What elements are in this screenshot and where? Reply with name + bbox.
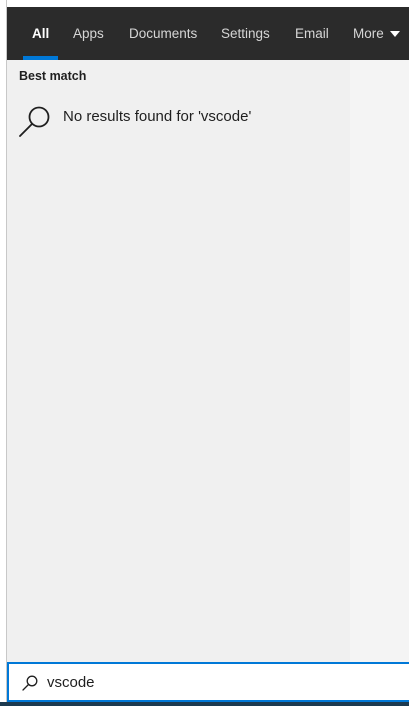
section-heading-best-match: Best match	[19, 69, 87, 83]
tab-email[interactable]: Email	[295, 7, 329, 60]
taskbar-edge	[0, 702, 409, 706]
tab-apps[interactable]: Apps	[73, 7, 104, 60]
tab-documents[interactable]: Documents	[129, 7, 197, 60]
tab-all[interactable]: All	[22, 7, 59, 60]
search-input[interactable]	[47, 669, 387, 695]
search-icon	[22, 675, 38, 691]
filter-tab-bar: All Apps Documents Settings Email More	[7, 7, 409, 60]
tab-settings[interactable]: Settings	[221, 7, 270, 60]
search-icon	[19, 106, 50, 137]
window-edge	[0, 0, 7, 706]
no-results-message: No results found for 'vscode'	[63, 108, 252, 125]
results-list: Best match No results found for 'vscode'	[7, 60, 350, 662]
tab-more-label: More	[353, 26, 384, 41]
chevron-down-icon	[389, 31, 400, 37]
tab-more[interactable]: More	[353, 7, 400, 60]
no-results-item: No results found for 'vscode'	[7, 98, 350, 142]
search-window: All Apps Documents Settings Email More B…	[0, 0, 409, 706]
search-panel: All Apps Documents Settings Email More B…	[7, 0, 409, 706]
preview-pane	[350, 60, 409, 662]
search-box[interactable]	[7, 662, 409, 702]
